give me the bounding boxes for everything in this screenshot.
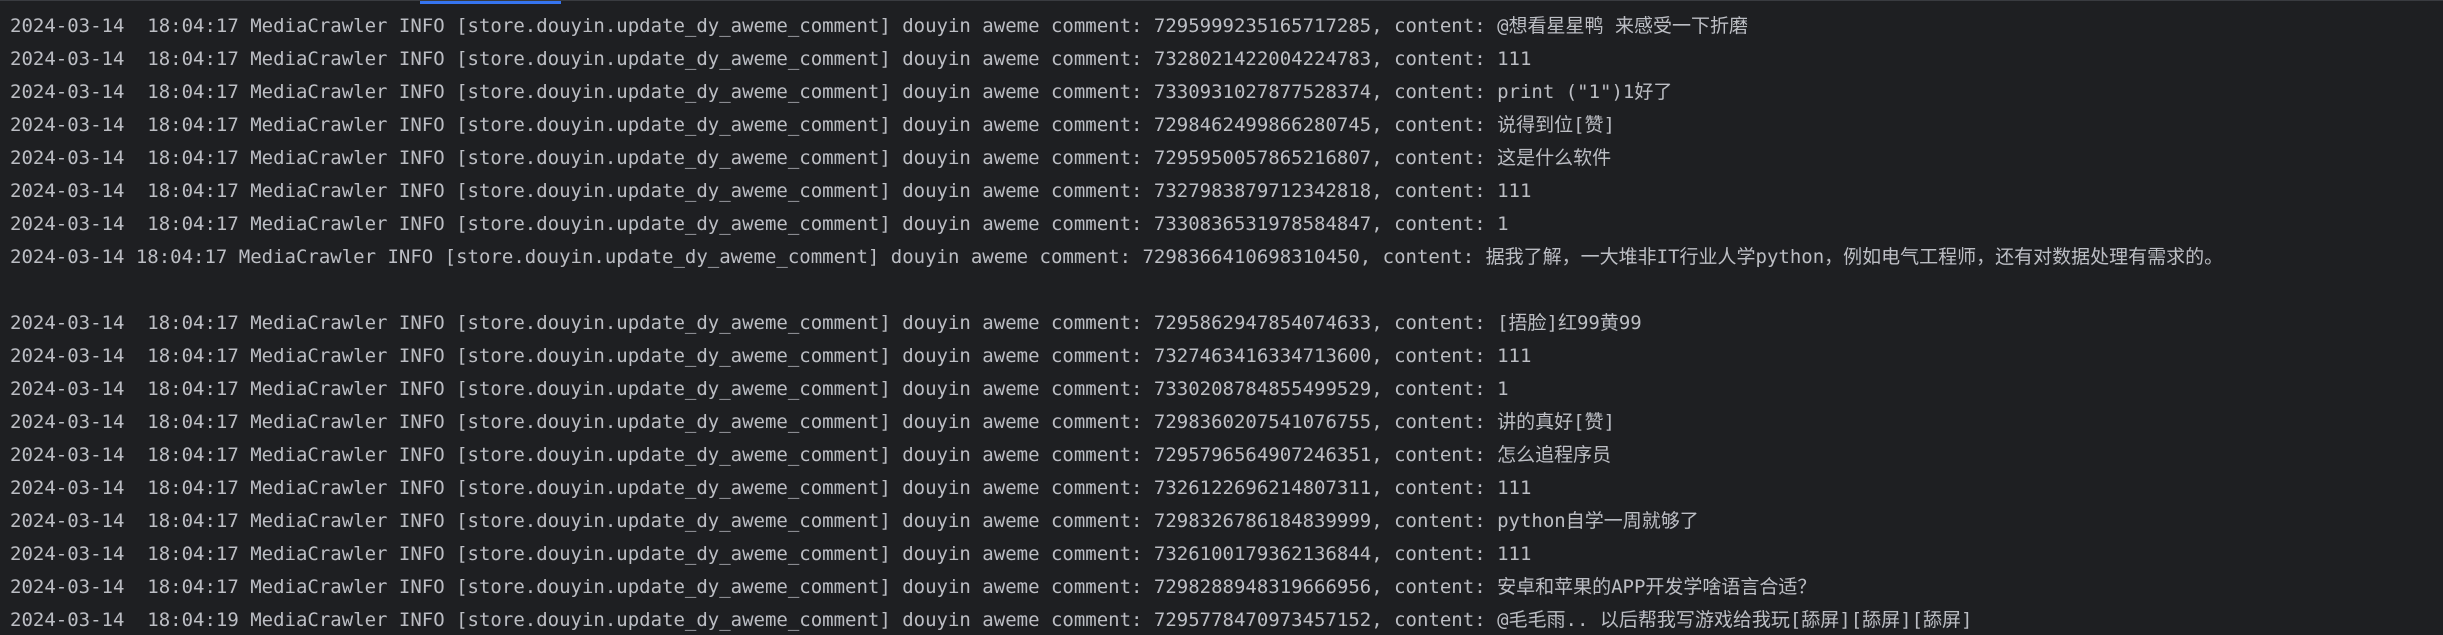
log-line: 2024-03-14 18:04:17 MediaCrawler INFO [s… [10,378,1509,400]
log-line: 2024-03-14 18:04:17 MediaCrawler INFO [s… [10,312,1642,334]
log-line: 2024-03-14 18:04:17 MediaCrawler INFO [s… [10,48,1532,70]
active-tab-indicator [420,1,561,4]
log-line: 2024-03-14 18:04:17 MediaCrawler INFO [s… [10,510,1699,532]
log-line: 2024-03-14 18:04:17 MediaCrawler INFO [s… [10,147,1612,169]
log-line: 2024-03-14 18:04:17 MediaCrawler INFO [s… [10,15,1748,37]
run-console[interactable]: 2024-03-14 18:04:17 MediaCrawler INFO [s… [0,0,2443,635]
log-line: 2024-03-14 18:04:17 MediaCrawler INFO [s… [10,114,1615,136]
log-line: 2024-03-14 18:04:17 MediaCrawler INFO [s… [10,576,1817,598]
log-line: 2024-03-14 18:04:17 MediaCrawler INFO [s… [10,246,2224,268]
log-line: 2024-03-14 18:04:17 MediaCrawler INFO [s… [10,411,1615,433]
log-line: 2024-03-14 18:04:17 MediaCrawler INFO [s… [10,213,1509,235]
log-output[interactable]: 2024-03-14 18:04:17 MediaCrawler INFO [s… [10,10,2437,635]
log-line: 2024-03-14 18:04:17 MediaCrawler INFO [s… [10,345,1532,367]
log-line: 2024-03-14 18:04:17 MediaCrawler INFO [s… [10,444,1612,466]
log-line: 2024-03-14 18:04:17 MediaCrawler INFO [s… [10,81,1673,103]
log-line: 2024-03-14 18:04:17 MediaCrawler INFO [s… [10,543,1532,565]
log-line: 2024-03-14 18:04:17 MediaCrawler INFO [s… [10,180,1532,202]
log-line: 2024-03-14 18:04:17 MediaCrawler INFO [s… [10,477,1532,499]
log-line: 2024-03-14 18:04:19 MediaCrawler INFO [s… [10,609,1973,631]
